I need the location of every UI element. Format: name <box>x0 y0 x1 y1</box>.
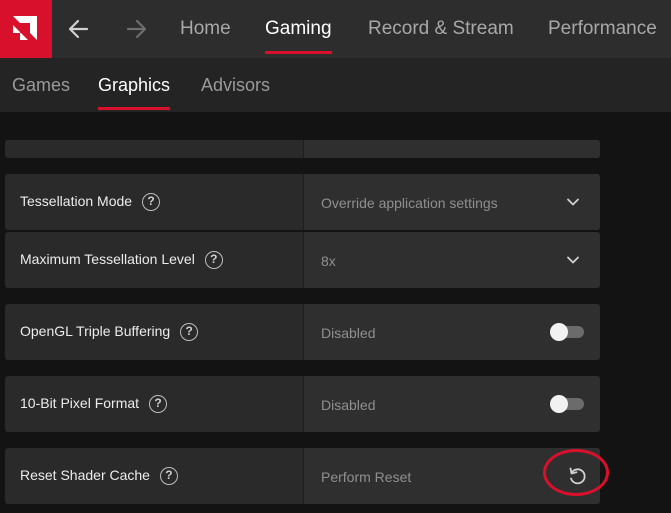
back-button[interactable] <box>65 15 93 43</box>
max-tessellation-level-dropdown[interactable]: 8x <box>303 232 600 288</box>
help-icon[interactable]: ? <box>204 251 223 270</box>
arrow-left-icon <box>68 19 89 39</box>
10bit-pixel-format-toggle[interactable] <box>550 395 584 413</box>
setting-row-tessellation-mode: Tessellation Mode? Override application … <box>5 174 600 230</box>
tab-gaming[interactable]: Gaming <box>265 0 332 58</box>
tab-record-stream-label: Record & Stream <box>368 18 514 39</box>
setting-row-10bit-pixel-format: 10-Bit Pixel Format? Disabled <box>5 376 600 432</box>
setting-value-area: Disabled <box>303 376 600 432</box>
setting-value: Disabled <box>321 397 376 413</box>
top-bar: Home Gaming Record & Stream Performance <box>0 0 671 58</box>
amd-logo-icon <box>13 16 37 40</box>
setting-row-max-tessellation-level: Maximum Tessellation Level? 8x <box>5 232 600 288</box>
tab-home-label: Home <box>180 18 231 39</box>
forward-button[interactable] <box>122 15 150 43</box>
subtab-games-label: Games <box>12 75 71 95</box>
setting-row-reset-shader-cache: Reset Shader Cache? Perform Reset <box>5 448 600 504</box>
active-subtab-indicator <box>98 107 171 110</box>
setting-label: 10-Bit Pixel Format <box>20 395 140 411</box>
setting-label-wrapper: Reset Shader Cache? <box>20 467 178 486</box>
setting-label-wrapper: Tessellation Mode? <box>20 193 161 212</box>
setting-label: Maximum Tessellation Level <box>20 251 195 267</box>
setting-label-wrapper: 10-Bit Pixel Format? <box>20 395 168 414</box>
tab-home[interactable]: Home <box>180 0 231 58</box>
tessellation-mode-dropdown[interactable]: Override application settings <box>303 174 600 230</box>
setting-label-wrapper: OpenGL Triple Buffering? <box>20 323 199 342</box>
sub-navigation: Games Graphics Advisors <box>0 58 671 112</box>
tab-performance[interactable]: Performance <box>548 0 657 58</box>
setting-label: Tessellation Mode <box>20 193 133 209</box>
setting-row-partial-value-area <box>303 140 600 158</box>
opengl-triple-buffering-toggle[interactable] <box>550 323 584 341</box>
setting-value: Disabled <box>321 325 376 341</box>
subtab-advisors[interactable]: Advisors <box>201 58 270 112</box>
setting-value: 8x <box>321 253 336 269</box>
help-icon[interactable]: ? <box>149 395 168 414</box>
help-icon[interactable]: ? <box>159 467 178 486</box>
amd-logo[interactable] <box>0 0 52 58</box>
setting-value: Perform Reset <box>321 469 412 485</box>
arrow-right-icon <box>126 19 147 39</box>
active-tab-indicator <box>265 51 332 54</box>
setting-value-area: Disabled <box>303 304 600 360</box>
help-icon[interactable]: ? <box>142 193 161 212</box>
setting-label: OpenGL Triple Buffering <box>20 323 171 339</box>
tab-gaming-label: Gaming <box>265 18 332 39</box>
subtab-advisors-label: Advisors <box>201 75 271 95</box>
subtab-games[interactable]: Games <box>12 58 70 112</box>
setting-label: Reset Shader Cache <box>20 467 150 483</box>
chevron-down-icon <box>567 256 579 264</box>
toggle-knob <box>550 395 568 413</box>
toggle-knob <box>550 323 568 341</box>
setting-row-partial <box>5 140 600 158</box>
annotation-circle <box>543 449 609 496</box>
chevron-down-icon <box>567 198 579 206</box>
tab-record-stream[interactable]: Record & Stream <box>368 0 514 58</box>
setting-row-opengl-triple-buffering: OpenGL Triple Buffering? Disabled <box>5 304 600 360</box>
subtab-graphics[interactable]: Graphics <box>98 58 171 112</box>
help-icon[interactable]: ? <box>180 323 199 342</box>
tab-performance-label: Performance <box>548 18 657 39</box>
subtab-graphics-label: Graphics <box>98 75 171 95</box>
setting-label-wrapper: Maximum Tessellation Level? <box>20 251 223 270</box>
setting-value: Override application settings <box>321 195 498 211</box>
